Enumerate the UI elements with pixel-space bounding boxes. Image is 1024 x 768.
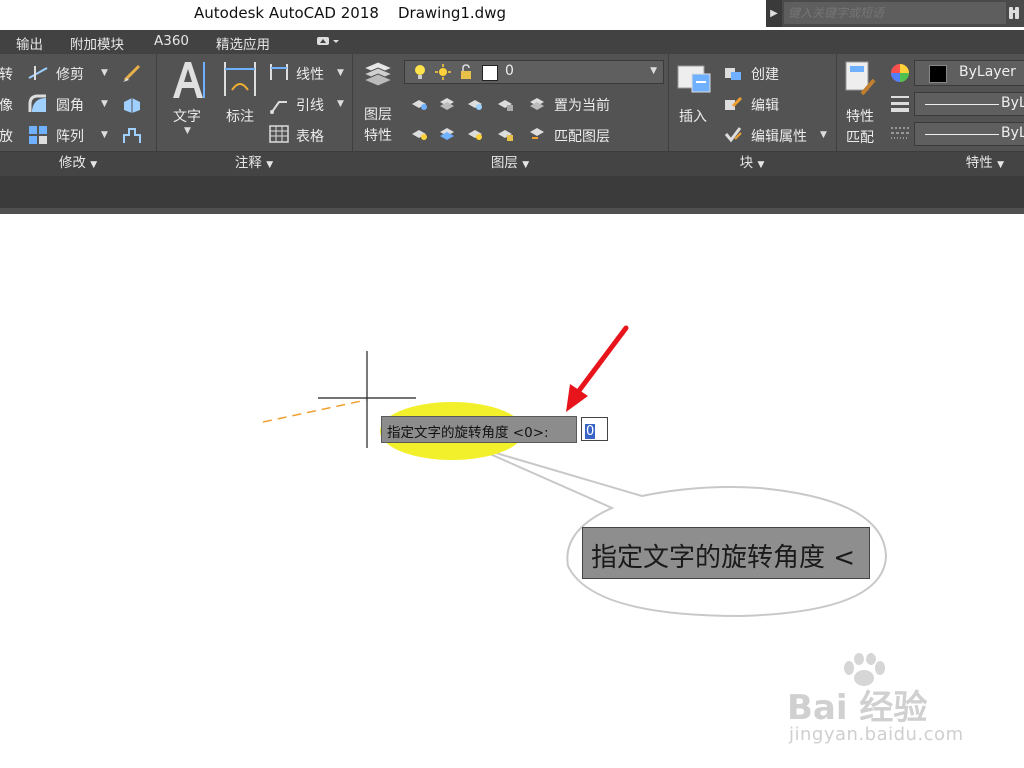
dynamic-input-prompt: 指定文字的旋转角度 <0>: (381, 416, 577, 443)
baidu-watermark: Bai 经验 jingyan.baidu.com (787, 652, 977, 752)
red-arrow-head (566, 384, 588, 412)
rotation-rubberband-line (262, 399, 367, 423)
zoomed-prompt-label: 指定文字的旋转角度 < (582, 527, 870, 579)
prompt-text: 指定文字的旋转角度 <0>: (387, 425, 549, 441)
watermark-url: jingyan.baidu.com (789, 724, 964, 745)
rotation-angle-input[interactable]: 0 (581, 417, 608, 441)
watermark-logo-text: Bai 经验 (787, 688, 928, 728)
zoomed-prompt-text: 指定文字的旋转角度 < (591, 543, 856, 573)
red-arrow-shaft (575, 325, 629, 395)
rotation-angle-value[interactable]: 0 (585, 424, 596, 439)
